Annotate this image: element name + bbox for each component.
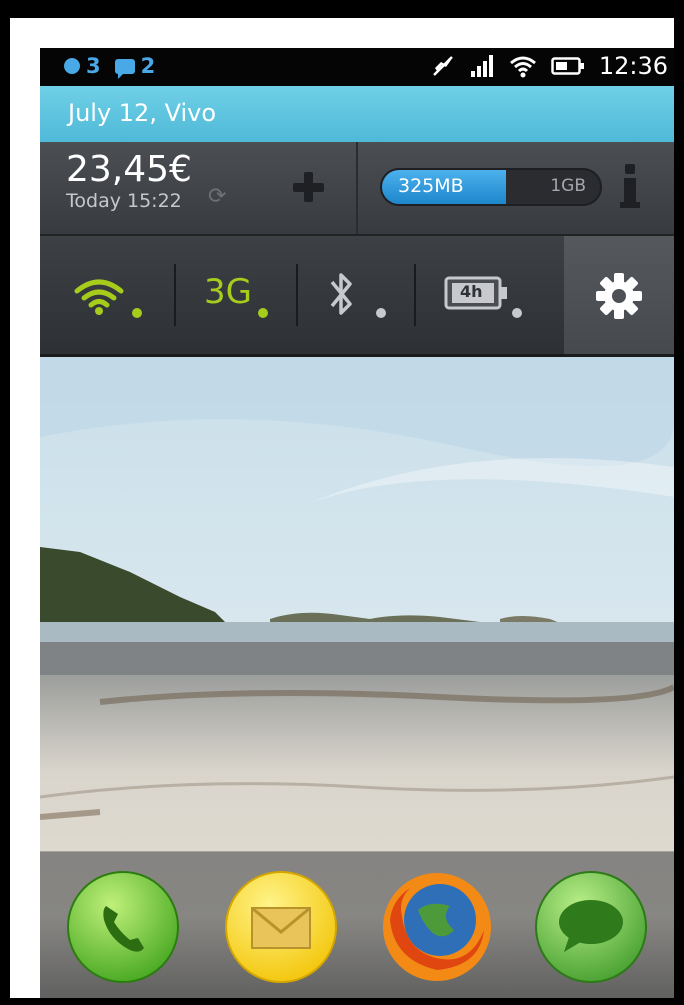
mobile-data-indicator bbox=[258, 308, 268, 318]
device-frame: 3 2 12:36 July 12, Vivo 23,45€ Today 15:… bbox=[10, 18, 674, 998]
add-credit-button[interactable] bbox=[290, 168, 326, 204]
date-operator-label: July 12, Vivo bbox=[68, 99, 217, 127]
notification-count: 3 bbox=[86, 54, 101, 78]
divider bbox=[356, 142, 358, 234]
wifi-toggle[interactable] bbox=[40, 236, 174, 354]
muted-icon bbox=[431, 54, 455, 78]
credit-amount: 23,45€ bbox=[66, 149, 192, 190]
battery-toggle[interactable]: 4h bbox=[416, 236, 564, 354]
app-dock bbox=[40, 851, 674, 998]
message-count: 2 bbox=[140, 54, 156, 78]
message-bubble-icon bbox=[114, 58, 135, 79]
notification-dot-icon bbox=[64, 58, 80, 74]
clock: 12:36 bbox=[598, 52, 668, 80]
firefox-app-icon[interactable] bbox=[380, 870, 494, 984]
bluetooth-icon bbox=[330, 273, 352, 315]
wifi-indicator bbox=[132, 308, 142, 318]
usage-panel: 23,45€ Today 15:22 ⟳ 325MB 1GB bbox=[40, 142, 674, 236]
status-bar: 3 2 12:36 bbox=[40, 48, 674, 86]
wifi-icon bbox=[74, 279, 124, 315]
data-used-label: 325MB bbox=[398, 175, 464, 197]
date-operator-bar: July 12, Vivo bbox=[40, 86, 674, 142]
quick-toggles: 3G 4h bbox=[40, 236, 674, 357]
bluetooth-indicator bbox=[376, 308, 386, 318]
credit-balance[interactable]: 23,45€ Today 15:22 bbox=[66, 149, 192, 213]
messages-app-icon[interactable] bbox=[534, 870, 648, 984]
battery-time-label: 4h bbox=[460, 282, 483, 301]
mail-app-icon[interactable] bbox=[224, 870, 338, 984]
phone-screen: 3 2 12:36 July 12, Vivo 23,45€ Today 15:… bbox=[40, 48, 674, 998]
settings-button[interactable] bbox=[564, 236, 674, 354]
mobile-data-label: 3G bbox=[204, 272, 252, 312]
mobile-data-toggle[interactable]: 3G bbox=[176, 236, 296, 354]
phone-app-icon[interactable] bbox=[66, 870, 180, 984]
info-icon[interactable] bbox=[620, 164, 640, 210]
bluetooth-toggle[interactable] bbox=[298, 236, 414, 354]
battery-status-icon bbox=[551, 56, 585, 76]
battery-indicator bbox=[512, 308, 522, 318]
notification-summary[interactable]: 3 2 bbox=[64, 54, 156, 79]
wifi-status-icon bbox=[509, 54, 537, 78]
data-total-label: 1GB bbox=[550, 176, 586, 196]
data-usage-bar[interactable]: 325MB 1GB bbox=[380, 168, 602, 206]
gear-icon bbox=[596, 273, 642, 319]
signal-icon bbox=[469, 53, 495, 79]
refresh-icon[interactable]: ⟳ bbox=[208, 184, 226, 209]
credit-updated: Today 15:22 bbox=[66, 190, 182, 212]
